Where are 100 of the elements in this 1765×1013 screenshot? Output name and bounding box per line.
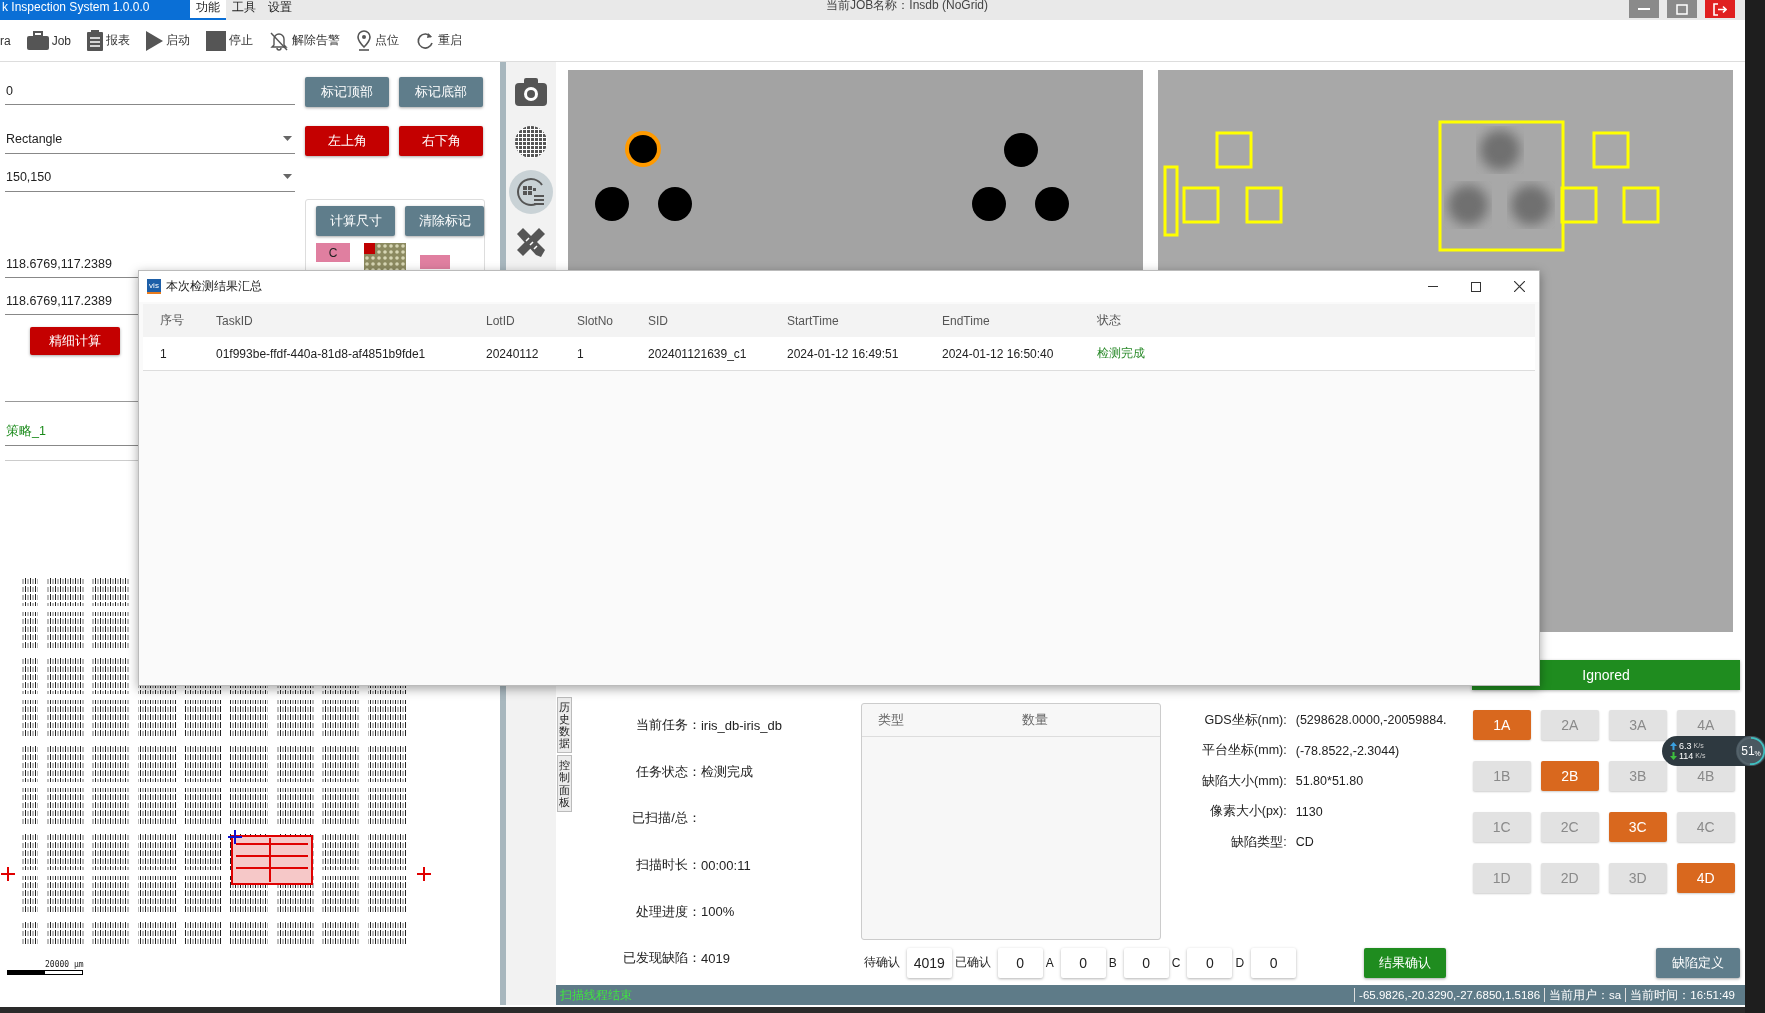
count-field: 0 xyxy=(1187,947,1233,978)
camera-icon xyxy=(515,78,547,106)
corner-button[interactable]: 右下角 xyxy=(399,126,483,156)
scale-bar-icon xyxy=(7,970,83,975)
detail-value: (-78.8522,-2.3044) xyxy=(1295,743,1400,758)
corner-button[interactable]: 左上角 xyxy=(305,126,389,156)
table-cell-text: 01f993be-ffdf-440a-81d8-af4851b9fde1 xyxy=(216,346,427,361)
refresh-icon xyxy=(415,30,436,51)
exit-button[interactable] xyxy=(1705,0,1735,18)
toolbar-button[interactable]: 停止 xyxy=(206,30,254,51)
toolbar-button[interactable]: 启动 xyxy=(146,30,191,51)
upload-arrow-icon xyxy=(1670,742,1677,750)
detail-value: 51.80*51.80 xyxy=(1295,774,1364,789)
briefcase-icon xyxy=(26,31,49,50)
toolbar-button[interactable]: 解除告警 xyxy=(269,30,341,51)
grade-button[interactable]: 2D xyxy=(1540,863,1599,893)
app-logo: vis xyxy=(147,279,161,294)
dialog-title: 本次检测结果汇总 xyxy=(166,278,262,295)
table-cell-text: 1 xyxy=(160,346,168,361)
load-ring-icon xyxy=(1736,736,1765,766)
column-header: StartTime xyxy=(787,313,840,328)
caret-icon xyxy=(283,174,292,179)
size-dropdown[interactable]: 150,150 xyxy=(5,162,295,192)
menu-item[interactable]: 设置 xyxy=(262,0,298,20)
table-cell-text: 20240112 xyxy=(486,346,540,361)
detail-label: GDS坐标(nm): xyxy=(1203,711,1287,729)
toolbar-button[interactable]: 点位 xyxy=(356,30,400,51)
minimize-icon xyxy=(1638,8,1650,10)
grade-button[interactable]: 3D xyxy=(1608,863,1667,893)
vertical-tab[interactable]: 控制面板 xyxy=(557,755,572,812)
grade-button[interactable]: 2C xyxy=(1540,812,1599,842)
count-field: 0 xyxy=(1123,947,1169,978)
download-speed: 114 xyxy=(1679,751,1694,761)
scale-label: 20000 μm xyxy=(45,960,85,969)
close-icon xyxy=(1513,281,1525,292)
count-label: A xyxy=(1045,955,1054,970)
grade-button[interactable]: 4C xyxy=(1676,812,1735,842)
grade-button[interactable]: 2A xyxy=(1540,710,1599,740)
table-cell-text: 2024-01-12 16:50:40 xyxy=(942,346,1055,361)
texture-swatch-icon xyxy=(364,243,406,271)
grade-button[interactable]: 2B xyxy=(1540,761,1599,791)
detail-label: 像素大小(px): xyxy=(1208,803,1287,821)
exit-icon xyxy=(1713,2,1727,16)
tag[interactable]: C xyxy=(316,243,350,262)
side-tool-button[interactable] xyxy=(509,170,553,214)
toolbar-button[interactable]: Job xyxy=(26,31,72,50)
wafer-list-icon xyxy=(516,177,546,207)
column-header: 序号 xyxy=(160,312,185,329)
count-label: D xyxy=(1235,955,1245,970)
toolbar-button[interactable]: 重启 xyxy=(415,30,463,51)
info-label: 已扫描/总： xyxy=(631,809,701,828)
info-value: 4019 xyxy=(701,950,730,966)
confirm-button[interactable]: 结果确认 xyxy=(1364,947,1447,978)
calc-button[interactable]: 清除标记 xyxy=(405,206,484,236)
table-cell-text: 202401121639_c1 xyxy=(648,346,748,361)
grid-globe-icon xyxy=(515,126,547,158)
column-header: LotID xyxy=(486,313,516,328)
count-label: 已确认 xyxy=(954,954,991,971)
input-field[interactable]: 0 xyxy=(5,77,295,105)
vertical-tab[interactable]: 历史数据 xyxy=(557,697,572,754)
bell-off-icon xyxy=(269,30,290,51)
count-field: 0 xyxy=(1060,947,1106,978)
calc-button[interactable]: 计算尺寸 xyxy=(316,206,395,236)
load-percent: 51 xyxy=(1741,744,1755,758)
grade-button[interactable]: 1B xyxy=(1472,761,1531,791)
toolbar-button[interactable]: 报表 xyxy=(87,30,131,51)
window-title: 当前JOB名称：Insdb (NoGrid) xyxy=(826,0,989,14)
column-header: 状态 xyxy=(1097,312,1122,329)
defect-define-button[interactable]: 缺陷定义 xyxy=(1656,947,1740,978)
detail-value: (5298628.0000,-20059884. xyxy=(1295,713,1447,728)
detail-label: 缺陷类型: xyxy=(1230,833,1287,851)
detail-value: 1130 xyxy=(1295,804,1323,819)
time-text: 当前时间：16:51:49 xyxy=(1630,987,1735,1003)
maximize-icon xyxy=(1471,281,1481,292)
toolbar-button[interactable]: ra xyxy=(0,33,11,48)
shape-dropdown[interactable]: Rectangle xyxy=(5,124,295,154)
mark-button[interactable]: 标记顶部 xyxy=(305,77,389,107)
count-field: 4019 xyxy=(906,947,952,978)
info-value: 检测完成 xyxy=(701,762,753,781)
minimize-icon xyxy=(1428,286,1438,287)
status-cell-text: 检测完成 xyxy=(1097,345,1146,362)
grade-button[interactable]: 1A xyxy=(1472,710,1531,740)
grade-button[interactable]: 1D xyxy=(1472,863,1531,893)
grade-button[interactable]: 3C xyxy=(1608,812,1667,842)
column-header: 类型 xyxy=(877,711,905,729)
play-icon xyxy=(146,30,164,51)
column-header: SlotNo xyxy=(577,313,615,328)
grade-button[interactable]: 3A xyxy=(1608,710,1667,740)
menu-item[interactable]: 工具 xyxy=(226,0,262,20)
fine-calc-button[interactable]: 精细计算 xyxy=(30,327,120,355)
grade-button[interactable]: 1C xyxy=(1472,812,1531,842)
info-label: 已发现缺陷： xyxy=(622,949,701,968)
info-value: iris_db-iris_db xyxy=(701,717,782,733)
upload-speed: 6.3 xyxy=(1679,741,1692,751)
grade-button[interactable]: 3B xyxy=(1608,761,1667,791)
status-message: 扫描线程结束 xyxy=(560,987,632,1003)
menu-item[interactable]: 功能 xyxy=(190,0,226,20)
info-value: 100% xyxy=(701,904,735,920)
mark-button[interactable]: 标记底部 xyxy=(399,77,483,107)
grade-button[interactable]: 4D xyxy=(1676,863,1735,893)
